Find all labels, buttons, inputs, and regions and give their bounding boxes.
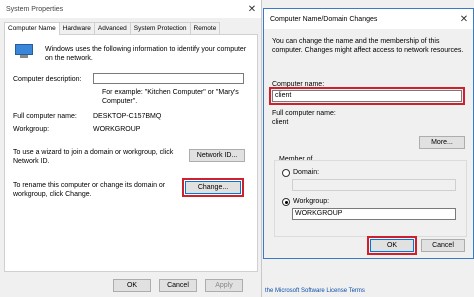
full-computer-name-value: client	[272, 119, 289, 126]
workgroup-value: WORKGROUP	[93, 126, 141, 133]
example-line-2: Computer".	[102, 98, 138, 105]
computer-description-label: Computer description:	[13, 76, 82, 83]
change-button[interactable]: Change...	[182, 178, 244, 197]
network-id-button[interactable]: Network ID...	[189, 149, 245, 162]
workgroup-radio[interactable]	[282, 198, 290, 206]
domain-label: Domain:	[293, 169, 320, 176]
system-properties-title: System Properties	[6, 5, 64, 13]
close-icon[interactable]: ✕	[455, 14, 473, 25]
close-icon[interactable]: ✕	[243, 4, 261, 15]
full-computer-name-label: Full computer name:	[272, 110, 336, 117]
computer-icon	[15, 44, 33, 58]
intro-text: Windows uses the following information t…	[45, 46, 247, 62]
tab-remote[interactable]: Remote	[189, 22, 221, 34]
rename-text-line-1: To rename this computer or change its do…	[13, 182, 166, 189]
domain-changes-dialog: Computer Name/Domain Changes ✕ You can c…	[263, 8, 474, 259]
tab-computer-name[interactable]: Computer Name	[4, 22, 60, 35]
changes-intro-line-1: You can change the name and the membersh…	[272, 38, 440, 45]
domain-changes-title: Computer Name/Domain Changes	[270, 15, 378, 23]
domain-input[interactable]	[292, 179, 456, 191]
ok-button[interactable]: OK	[367, 236, 417, 255]
tab-strip: Computer Name Hardware Advanced System P…	[4, 22, 221, 35]
workgroup-label: Workgroup:	[13, 126, 50, 133]
background-link[interactable]: the Microsoft Software License Terms	[0, 280, 474, 297]
workgroup-label: Workgroup:	[293, 198, 330, 205]
wizard-text-line-1: To use a wizard to join a domain or work…	[13, 149, 174, 156]
system-properties-titlebar: System Properties ✕	[0, 0, 261, 18]
tab-advanced[interactable]: Advanced	[93, 22, 131, 34]
full-computer-name-value: DESKTOP-C157BMQ	[93, 113, 162, 120]
domain-changes-titlebar: Computer Name/Domain Changes ✕	[264, 9, 473, 29]
changes-intro-line-2: computer. Changes might affect access to…	[272, 47, 464, 54]
domain-radio[interactable]	[282, 169, 290, 177]
tab-system-protection[interactable]: System Protection	[129, 22, 191, 34]
computer-description-input[interactable]	[93, 73, 244, 84]
more-button[interactable]: More...	[419, 136, 465, 149]
example-line-1: For example: "Kitchen Computer" or "Mary…	[102, 89, 239, 96]
computer-name-input[interactable]: client	[269, 87, 465, 105]
computer-name-label: Computer name:	[272, 81, 325, 88]
wizard-text-line-2: Network ID.	[13, 158, 50, 165]
cancel-button[interactable]: Cancel	[421, 239, 465, 252]
full-computer-name-label: Full computer name:	[13, 113, 77, 120]
computer-name-panel: Windows uses the following information t…	[4, 34, 258, 272]
rename-text-line-2: workgroup, click Change.	[13, 191, 92, 198]
tab-hardware[interactable]: Hardware	[58, 22, 95, 34]
system-properties-window: System Properties ✕ Computer Name Hardwa…	[0, 0, 262, 297]
workgroup-input[interactable]: WORKGROUP	[292, 208, 456, 220]
